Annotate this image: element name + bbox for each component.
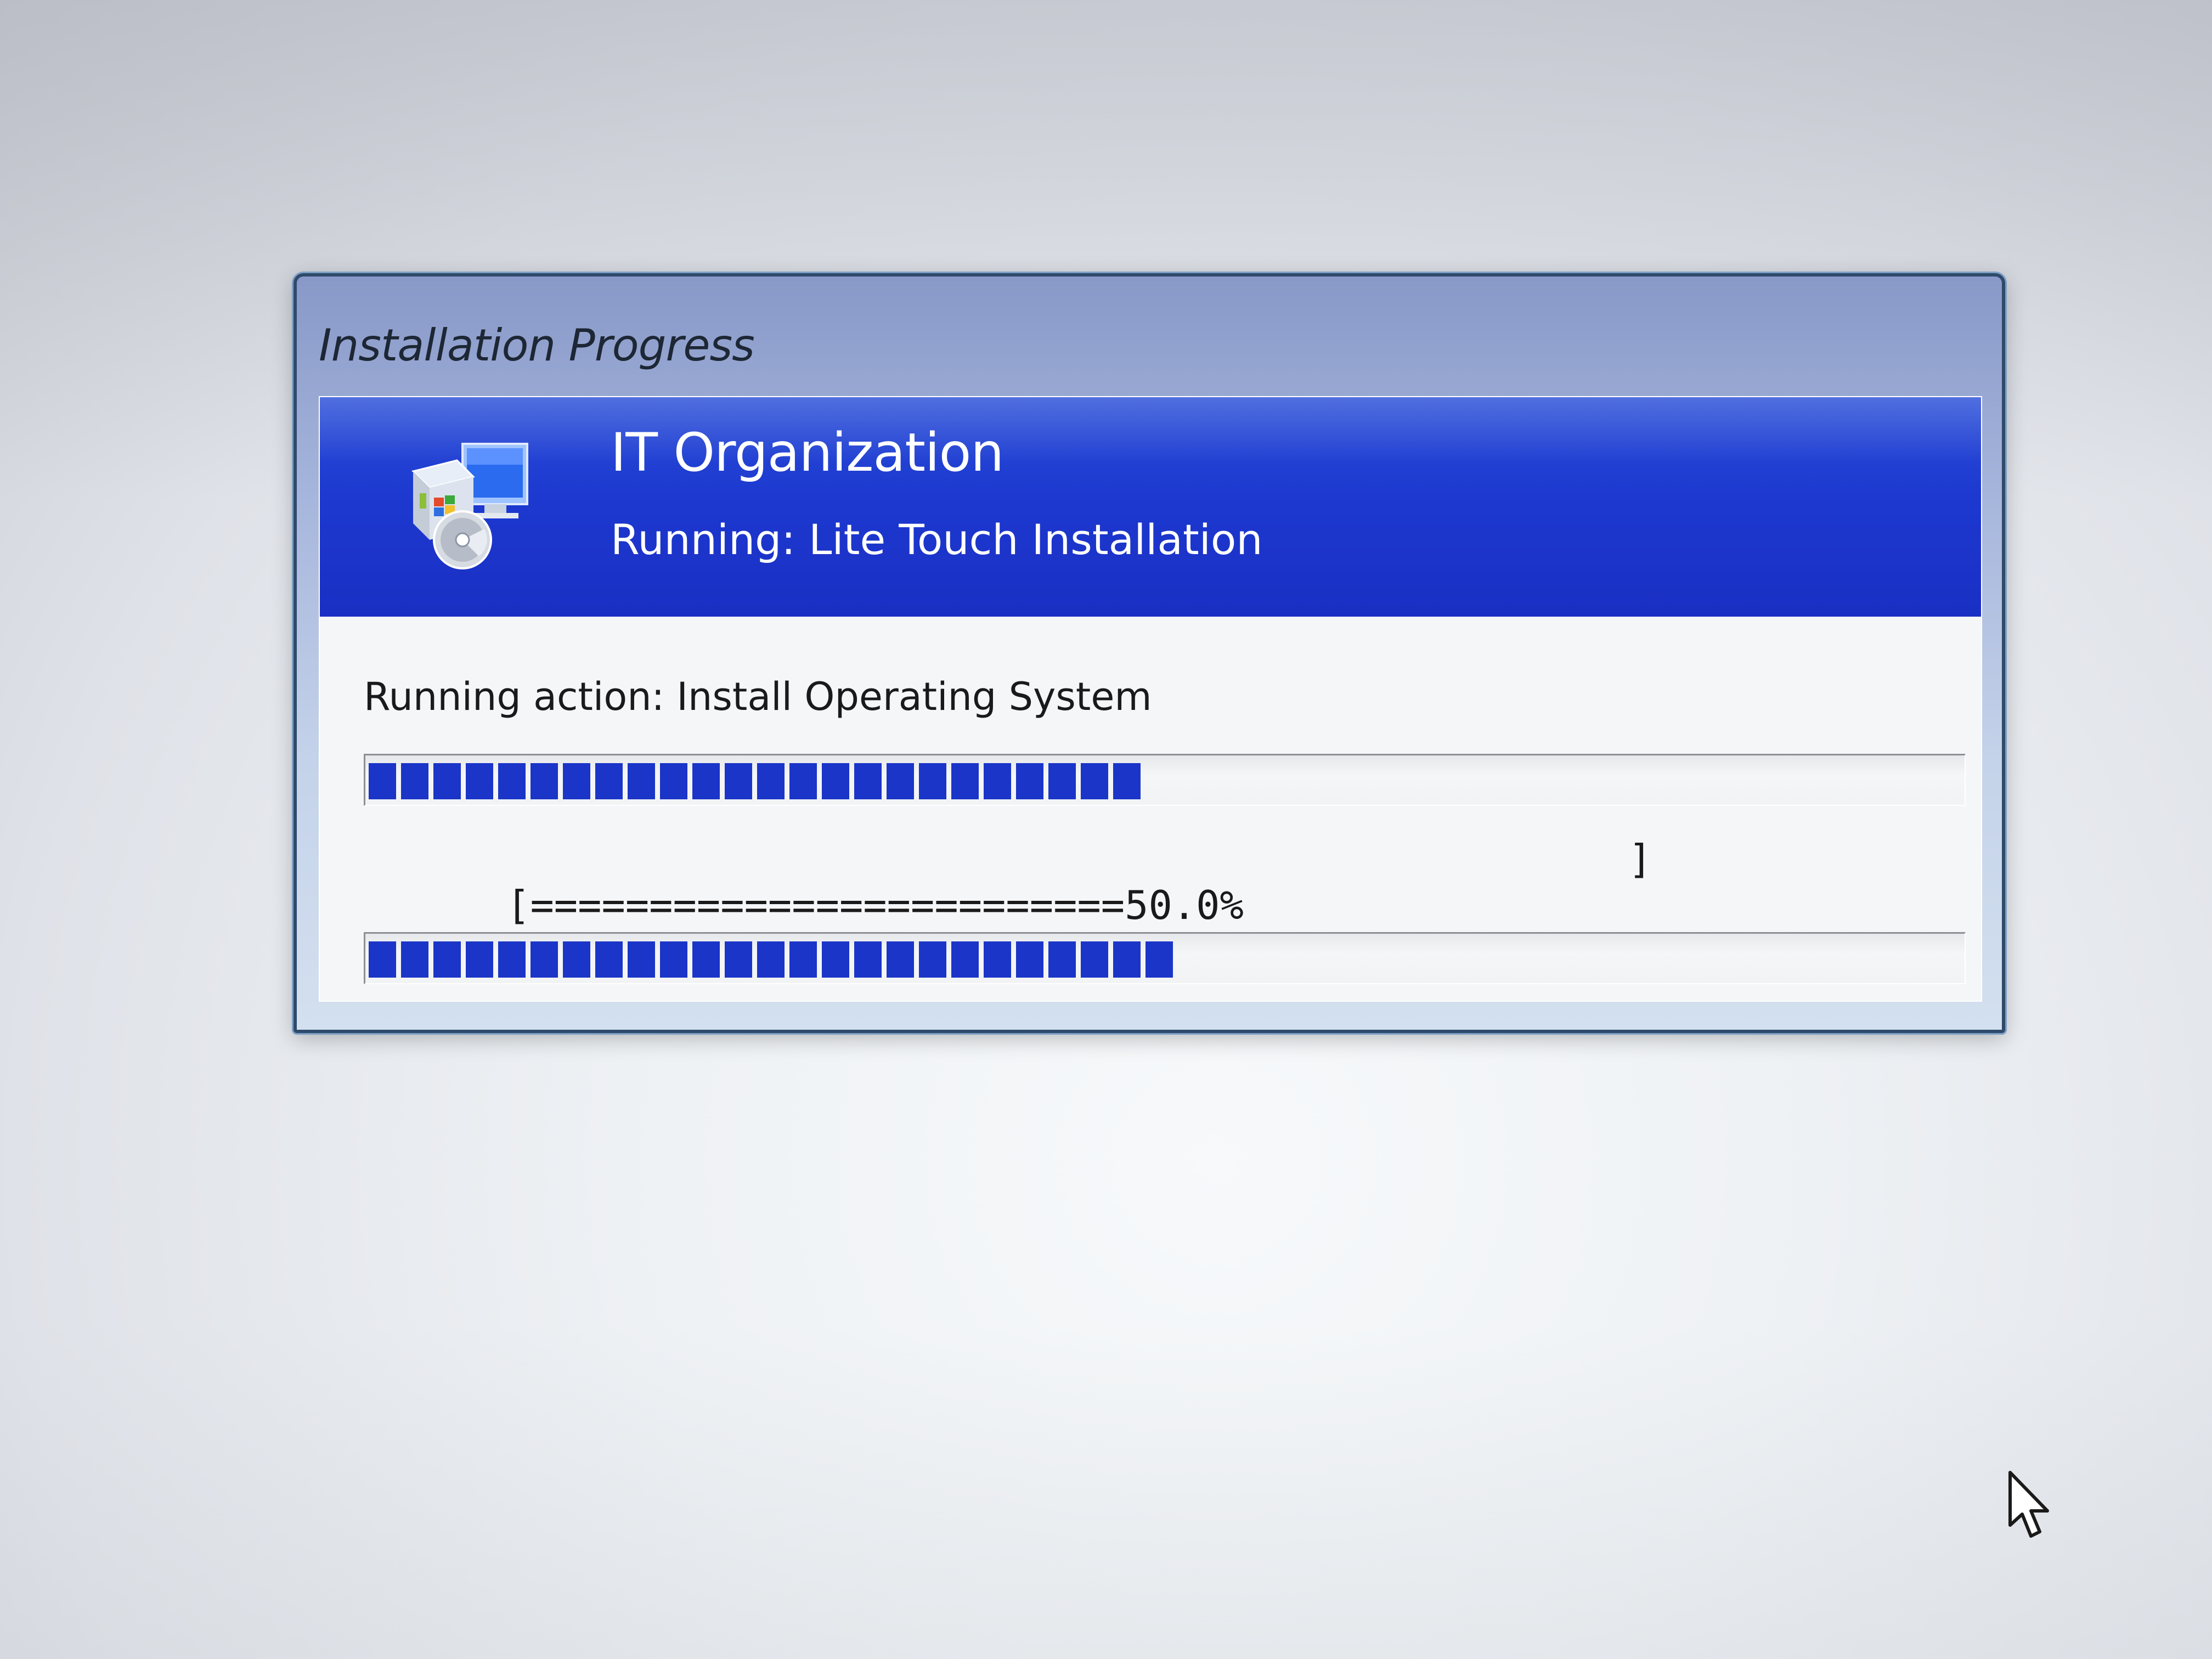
action-progress-segment [1081, 763, 1108, 799]
action-progress-segment [595, 763, 623, 799]
overall-progress-segment [919, 941, 946, 978]
overall-progress-segment [498, 941, 526, 978]
overall-progress-segment [854, 941, 882, 978]
overall-progress-segment [1081, 941, 1108, 978]
action-progress-segment [854, 763, 882, 799]
mouse-pointer-icon [2008, 1471, 2049, 1538]
text-progress-indicator: [=========================50.0% ] [364, 836, 1652, 928]
action-progress-segment [951, 763, 979, 799]
overall-progress-segment [466, 941, 493, 978]
overall-progress-segment [595, 941, 623, 978]
overall-progress-segment [628, 941, 655, 978]
banner-glow [320, 397, 1981, 463]
overall-progress-segment [951, 941, 979, 978]
overall-progress-segment [1048, 941, 1076, 978]
overall-progress-segment [1146, 941, 1173, 978]
running-task-label: Running: Lite Touch Installation [611, 515, 1263, 564]
action-progress-segment [1048, 763, 1076, 799]
header-banner: IT Organization Running: Lite Touch Inst… [320, 397, 1981, 617]
overall-progress-segment [757, 941, 785, 978]
action-progress-fill [369, 763, 1146, 799]
overall-progress-segment [660, 941, 687, 978]
organization-name: IT Organization [611, 422, 1004, 483]
text-progress-close-bracket: ] [1628, 836, 1652, 882]
current-action-label: Running action: Install Operating System [364, 674, 1152, 719]
installation-progress-window: Installation Progress IT Organization Ru… [294, 273, 2005, 1033]
overall-progress-segment [433, 941, 461, 978]
window-client-area: IT Organization Running: Lite Touch Inst… [319, 396, 1982, 1002]
overall-progress-segment [789, 941, 817, 978]
action-progress-segment [433, 763, 461, 799]
action-progress-segment [984, 763, 1011, 799]
action-progress-segment [660, 763, 687, 799]
action-progress-segment [369, 763, 396, 799]
installer-monitor-disc-icon [411, 443, 528, 569]
overall-progress-segment [1113, 941, 1141, 978]
overall-progress-fill [369, 941, 1178, 978]
overall-progress-segment [531, 941, 558, 978]
overall-progress-segment [401, 941, 428, 978]
action-progress-segment [498, 763, 526, 799]
action-progress-segment [692, 763, 720, 799]
action-progress-segment [466, 763, 493, 799]
action-progress-segment [789, 763, 817, 799]
action-progress-segment [1016, 763, 1043, 799]
overall-progress-segment [822, 941, 849, 978]
action-progress-segment [725, 763, 752, 799]
action-progress-segment [1113, 763, 1141, 799]
overall-progress-segment [692, 941, 720, 978]
window-titlebar: Installation Progress [319, 318, 755, 373]
action-progress-segment [401, 763, 428, 799]
overall-progress-segment [369, 941, 396, 978]
action-progress-segment [628, 763, 655, 799]
overall-progress-segment [563, 941, 590, 978]
action-progress-segment [919, 763, 946, 799]
overall-progress-segment [984, 941, 1011, 978]
action-progress-segment [887, 763, 914, 799]
text-progress-bar: [=========================50.0% [506, 882, 1244, 928]
overall-progress-segment [725, 941, 752, 978]
overall-progress-segment [1016, 941, 1043, 978]
action-progress-segment [563, 763, 590, 799]
action-progress-segment [757, 763, 785, 799]
action-progress-segment [822, 763, 849, 799]
overall-progress-bar [364, 932, 1966, 984]
action-progress-segment [531, 763, 558, 799]
overall-progress-segment [887, 941, 914, 978]
action-progress-bar [364, 754, 1966, 806]
window-title: Installation Progress [319, 319, 755, 371]
